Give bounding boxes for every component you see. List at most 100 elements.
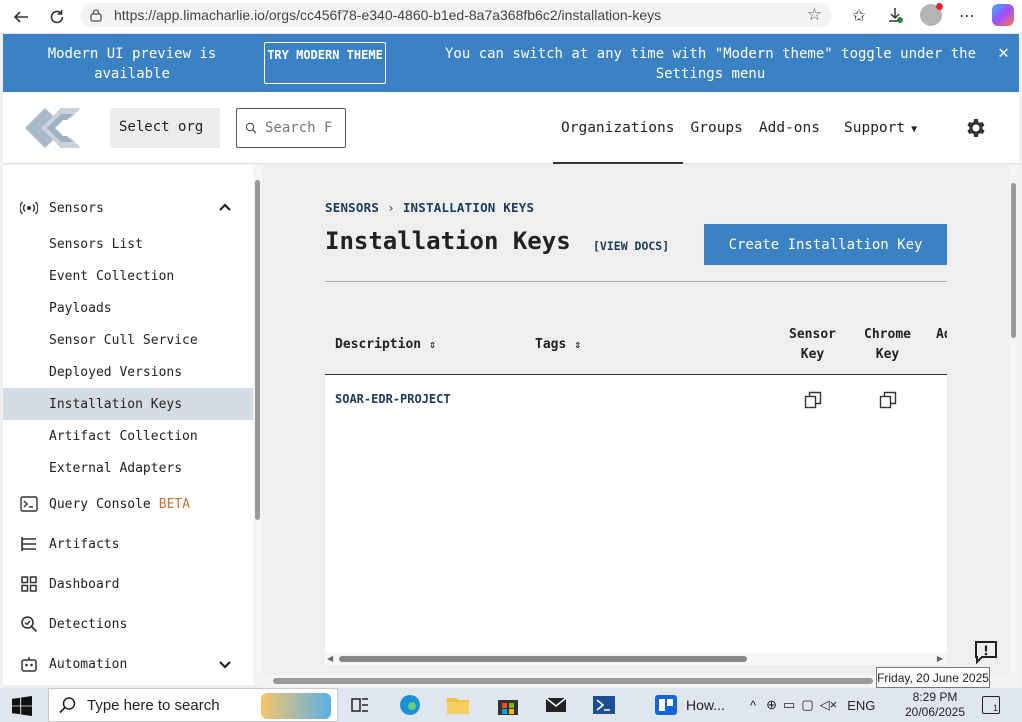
sidebar-section-sensors[interactable]: Sensors: [3, 192, 253, 224]
page-scrollbar[interactable]: [1009, 165, 1019, 675]
sidebar-item-external-adapters[interactable]: External Adapters: [3, 452, 253, 484]
automation-robot-icon: [19, 654, 39, 674]
windows-start-icon[interactable]: [12, 696, 32, 716]
beta-badge: BETA: [158, 496, 191, 512]
breadcrumb-sensors[interactable]: SENSORS: [325, 200, 379, 215]
create-installation-key-button[interactable]: Create Installation Key: [704, 224, 947, 265]
sidebar-query-console-label: Query Console: [49, 496, 151, 512]
sidebar-item-dashboard[interactable]: Dashboard: [3, 568, 253, 600]
table-scroll-thumb[interactable]: [339, 656, 747, 662]
notification-center-icon[interactable]: 1: [982, 696, 1000, 714]
url-text: https://app.limacharlie.io/orgs/cc456f78…: [114, 7, 662, 23]
breadcrumb-separator: ›: [387, 200, 395, 215]
sidebar-item-sensors-list[interactable]: Sensors List: [3, 228, 253, 260]
detections-icon: [19, 614, 39, 634]
settings-gear-icon[interactable]: [963, 116, 987, 140]
notification-count: 1: [992, 703, 998, 713]
modern-ui-banner: Modern UI preview is available TRY MODER…: [3, 34, 1019, 92]
banner-right-text: You can switch at any time with "Modern …: [444, 46, 976, 82]
tray-overflow-icon[interactable]: ^: [750, 698, 756, 713]
downloads-icon[interactable]: [884, 4, 906, 26]
nav-support[interactable]: Support ▼: [836, 92, 925, 164]
sidebar-scrollbar[interactable]: [253, 165, 263, 685]
app-header: Select org Organizations Groups Add-ons …: [3, 92, 1019, 164]
copy-sensor-key-icon[interactable]: [804, 391, 822, 409]
sidebar-item-deployed-versions[interactable]: Deployed Versions: [3, 356, 253, 388]
nav-organizations[interactable]: Organizations: [553, 92, 683, 164]
column-header-tags[interactable]: Tags ⇕: [535, 335, 581, 355]
chevron-up-icon[interactable]: [217, 200, 233, 216]
tray-display-icon[interactable]: ▢: [801, 697, 813, 713]
volume-muted-icon[interactable]: ◁×: [820, 697, 838, 713]
row-description[interactable]: SOAR-EDR-PROJECT: [335, 392, 451, 406]
copy-chrome-key-icon[interactable]: [879, 391, 897, 409]
copilot-icon[interactable]: [992, 4, 1014, 26]
tray-network-icon[interactable]: ▭: [783, 697, 795, 713]
system-tray: ^ ⊕ ▭ ▢ ◁× ENG: [750, 688, 875, 722]
sidebar-item-payloads[interactable]: Payloads: [3, 292, 253, 324]
taskbar-clock[interactable]: 8:29 PM 20/06/2025: [900, 690, 970, 720]
sidebar-item-automation[interactable]: Automation: [3, 648, 253, 680]
scroll-right-icon[interactable]: ▶: [937, 654, 943, 663]
powershell-icon[interactable]: [592, 694, 616, 716]
sidebar-item-sensor-cull-service[interactable]: Sensor Cull Service: [3, 324, 253, 356]
store-icon[interactable]: [496, 694, 520, 716]
running-app-label[interactable]: How...: [686, 697, 725, 713]
file-explorer-icon[interactable]: [446, 694, 470, 716]
top-nav: Organizations Groups Add-ons Support ▼: [553, 92, 925, 164]
limacharlie-logo[interactable]: [23, 104, 87, 152]
sidebar-item-query-console[interactable]: Query Console BETA: [3, 488, 253, 520]
page-hscroll-thumb[interactable]: [273, 678, 873, 684]
dashboard-icon: [19, 574, 39, 594]
sidebar-scroll-thumb[interactable]: [255, 180, 260, 520]
edge-browser-icon[interactable]: [398, 694, 422, 716]
sidebar: Sensors Sensors List Event Collection Pa…: [3, 165, 253, 685]
sidebar-item-event-collection[interactable]: Event Collection: [3, 260, 253, 292]
mail-icon[interactable]: [544, 694, 568, 716]
running-app-icon[interactable]: [654, 694, 678, 716]
column-tags-label: Tags: [535, 337, 567, 352]
column-sensor-key-line2: Key: [800, 347, 825, 362]
sidebar-detections-label: Detections: [49, 616, 128, 632]
sidebar-item-installation-keys[interactable]: Installation Keys: [3, 388, 253, 420]
profile-avatar[interactable]: [920, 3, 943, 26]
breadcrumb-installation-keys: INSTALLATION KEYS: [402, 200, 535, 215]
view-docs-link[interactable]: [VIEW DOCS]: [593, 239, 669, 253]
taskbar-search[interactable]: Type here to search: [48, 688, 338, 722]
address-bar[interactable]: https://app.limacharlie.io/orgs/cc456f78…: [80, 3, 832, 27]
favorites-icon[interactable]: ✩: [848, 4, 870, 26]
breadcrumb: SENSORS › INSTALLATION KEYS: [325, 200, 534, 215]
site-info-icon[interactable]: [88, 7, 104, 23]
nav-add-ons[interactable]: Add-ons: [751, 92, 828, 164]
org-select[interactable]: Select org: [110, 108, 220, 148]
sidebar-sensors-label: Sensors: [49, 200, 104, 216]
reload-icon[interactable]: [42, 3, 72, 31]
column-description-label: Description: [335, 337, 422, 352]
task-view-icon[interactable]: [348, 694, 372, 716]
sidebar-item-artifacts[interactable]: Artifacts: [3, 528, 253, 560]
favorite-star-icon[interactable]: ☆: [807, 5, 822, 25]
sidebar-item-artifact-collection[interactable]: Artifact Collection: [3, 420, 253, 452]
sidebar-automation-label: Automation: [49, 656, 128, 672]
chevron-down-icon[interactable]: [217, 656, 233, 672]
language-indicator[interactable]: ENG: [847, 698, 875, 713]
scroll-left-icon[interactable]: ◀: [327, 654, 333, 663]
sort-icon[interactable]: ⇕: [574, 338, 581, 351]
search-box[interactable]: [236, 108, 346, 148]
try-modern-theme-button[interactable]: TRY MODERN THEME: [264, 42, 386, 84]
banner-close-icon[interactable]: ✕: [998, 42, 1009, 63]
feedback-icon[interactable]: [973, 640, 999, 664]
sort-icon[interactable]: ⇕: [429, 338, 436, 351]
search-input[interactable]: [265, 120, 345, 136]
sidebar-item-detections[interactable]: Detections: [3, 608, 253, 640]
table-horizontal-scrollbar[interactable]: ◀ ▶: [325, 653, 947, 665]
back-icon[interactable]: [6, 3, 36, 31]
page-scroll-thumb[interactable]: [1011, 183, 1016, 338]
tray-app-icon[interactable]: ⊕: [766, 697, 777, 713]
nav-groups[interactable]: Groups: [683, 92, 751, 164]
nav-support-label: Support: [844, 120, 906, 136]
column-header-description[interactable]: Description ⇕: [335, 335, 436, 355]
more-menu-icon[interactable]: ⋯: [956, 4, 978, 26]
table-row[interactable]: SOAR-EDR-PROJECT: [325, 375, 947, 425]
browser-toolbar: https://app.limacharlie.io/orgs/cc456f78…: [0, 0, 1022, 34]
